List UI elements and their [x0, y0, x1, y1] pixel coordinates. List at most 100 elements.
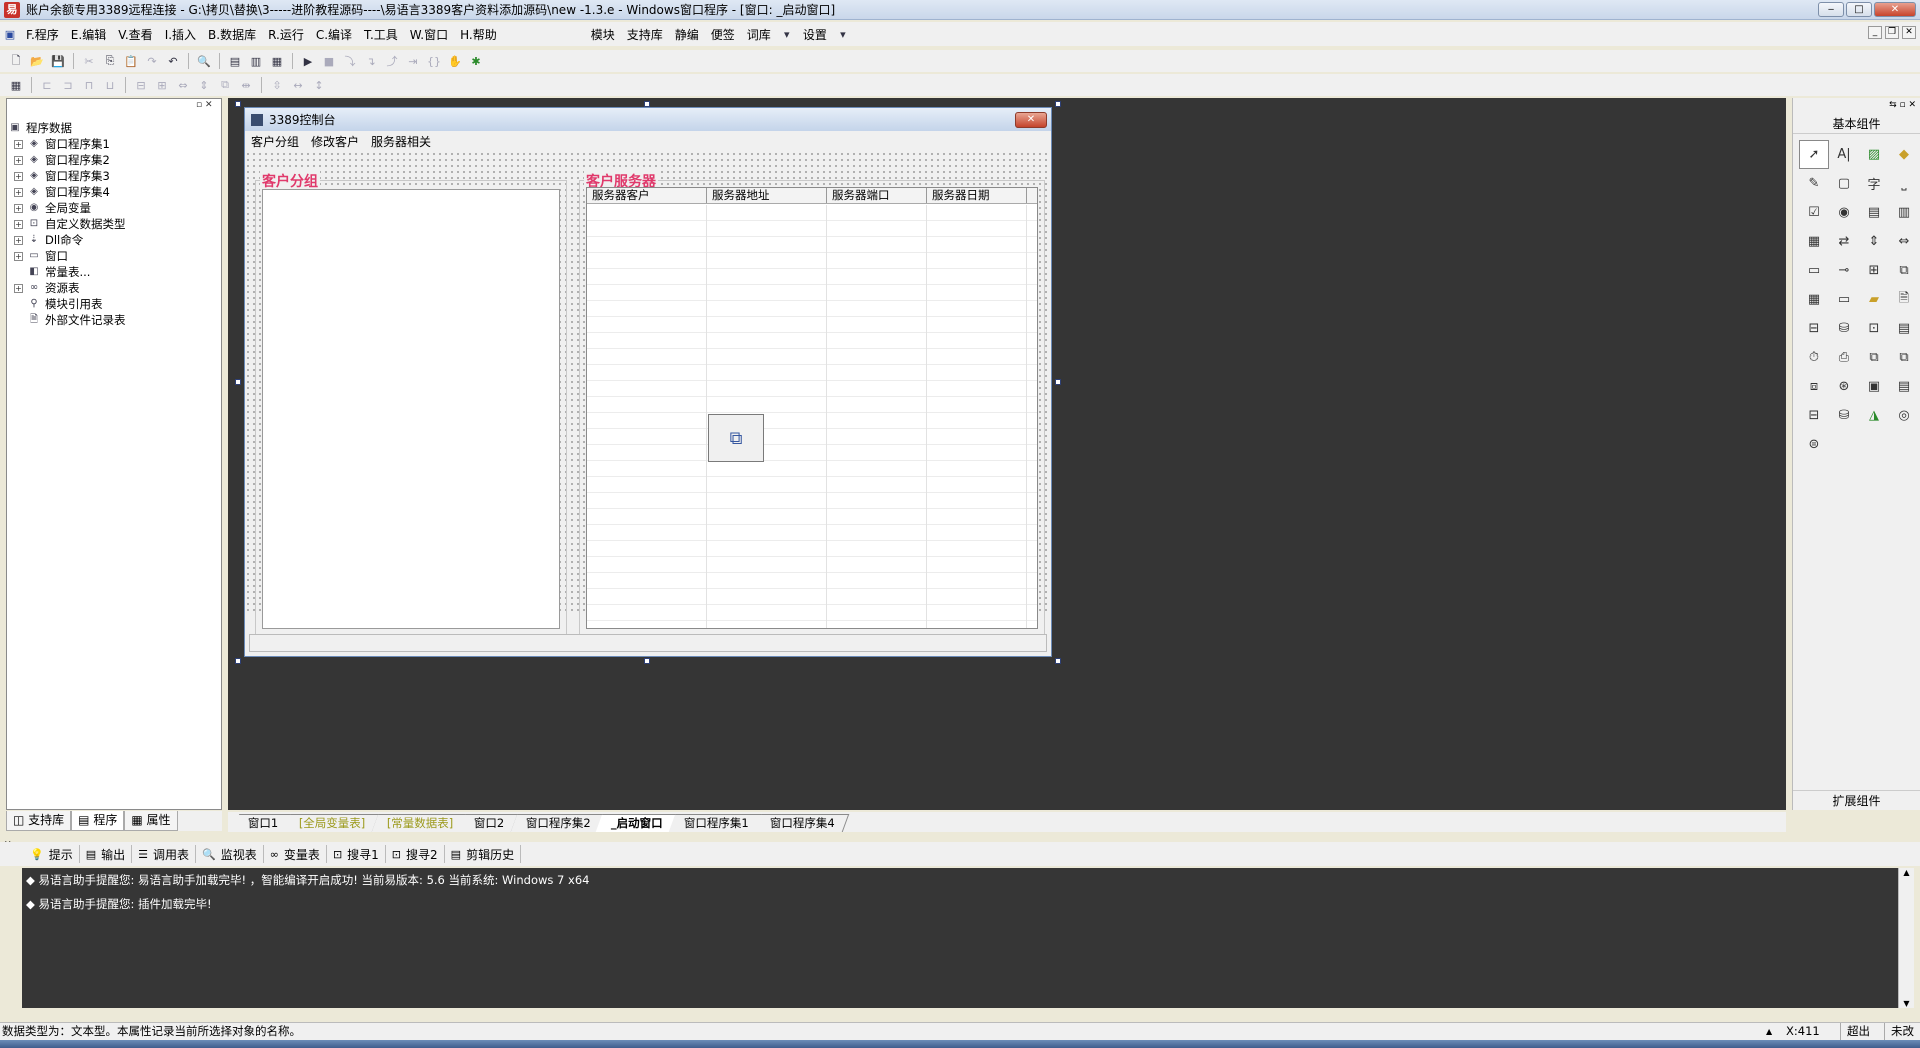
- tree-view-icon[interactable]: ⊟: [1799, 314, 1829, 343]
- db-connect-icon[interactable]: ⛁: [1829, 401, 1859, 430]
- doc-tab[interactable]: 窗口程序集1: [668, 814, 764, 832]
- tab-variables[interactable]: ∞ 变量表: [264, 845, 327, 863]
- network-icon[interactable]: ⧉: [1889, 343, 1919, 372]
- expand-icon[interactable]: +: [14, 235, 23, 245]
- line-icon[interactable]: ⎵: [1889, 169, 1919, 198]
- tree-item[interactable]: + ∞ 资源表: [8, 280, 218, 296]
- palette-pin-icon[interactable]: ⇆ ▫ ✕: [1889, 100, 1916, 110]
- redo-icon[interactable]: ↷: [142, 52, 162, 70]
- minimize-button[interactable]: ‒: [1818, 2, 1844, 17]
- save-icon[interactable]: 💾: [48, 52, 68, 70]
- same-width-icon[interactable]: ⇹: [236, 76, 256, 94]
- selection-handle[interactable]: [1055, 658, 1061, 664]
- column-header[interactable]: 服务器地址: [707, 188, 827, 203]
- pointer-icon[interactable]: ➚: [1799, 140, 1829, 169]
- spin-icon[interactable]: ⇄: [1829, 227, 1859, 256]
- align-bottom-icon[interactable]: ⊔: [100, 76, 120, 94]
- dictionary-dropdown-icon[interactable]: ▾: [777, 25, 797, 43]
- open-file-icon[interactable]: 📂: [27, 52, 47, 70]
- menu-module[interactable]: 模块: [585, 26, 621, 43]
- run-icon[interactable]: ▶: [298, 52, 318, 70]
- same-size-icon[interactable]: ⧉: [215, 76, 235, 94]
- menu-note[interactable]: 便签: [705, 26, 741, 43]
- form-window[interactable]: 3389控制台 ✕ 客户分组 修改客户 服务器相关 客户分组 客户服务器 服务器…: [244, 107, 1052, 657]
- same-height-icon[interactable]: ⇳: [267, 76, 287, 94]
- db-provider-icon[interactable]: ⊟: [1799, 401, 1829, 430]
- selection-handle[interactable]: [235, 101, 241, 107]
- radio-icon[interactable]: ◉: [1829, 198, 1859, 227]
- mdi-minimize-icon[interactable]: _: [1868, 26, 1882, 39]
- tab-hint[interactable]: 💡 提示: [24, 845, 80, 863]
- menu-static-compile[interactable]: 静编: [669, 26, 705, 43]
- tree-item[interactable]: 🗎 外部文件记录表: [8, 312, 218, 328]
- menu-support-lib[interactable]: 支持库: [621, 26, 669, 43]
- picture-box-icon[interactable]: ▨: [1859, 140, 1889, 169]
- drive-icon[interactable]: ⛁: [1829, 314, 1859, 343]
- tree-item[interactable]: ◧ 常量表...: [8, 264, 218, 280]
- maximize-button[interactable]: □: [1846, 2, 1872, 17]
- tab-call-table[interactable]: ☰ 调用表: [132, 845, 197, 863]
- undo-icon[interactable]: ↶: [163, 52, 183, 70]
- align-top-icon[interactable]: ⊓: [79, 76, 99, 94]
- settings-dropdown-icon[interactable]: ▾: [833, 25, 853, 43]
- mdi-close-icon[interactable]: ✕: [1902, 26, 1916, 39]
- selection-handle[interactable]: [1055, 379, 1061, 385]
- client-group-box[interactable]: 客户分组: [255, 171, 567, 636]
- timer-icon[interactable]: ⏱: [1799, 343, 1829, 372]
- tab-output[interactable]: ▤ 输出: [80, 845, 133, 863]
- odbc-db-icon[interactable]: ⊜: [1799, 430, 1829, 459]
- copy-icon[interactable]: ⎘: [100, 52, 120, 70]
- scroll-up-icon[interactable]: ▲: [1899, 868, 1914, 877]
- tree-item[interactable]: + ◈ 窗口程序集1: [8, 136, 218, 152]
- tree-item[interactable]: + ⇣ Dll命令: [8, 232, 218, 248]
- find-icon[interactable]: 🔍: [194, 52, 214, 70]
- button-icon[interactable]: ▭: [1829, 285, 1859, 314]
- center-v-icon[interactable]: ⊞: [152, 76, 172, 94]
- doc-tab[interactable]: 窗口程序集2: [510, 814, 605, 832]
- center-h-icon[interactable]: ⊟: [131, 76, 151, 94]
- tab-properties[interactable]: ▦ 属性: [124, 811, 178, 831]
- menu-run[interactable]: R.运行: [262, 26, 310, 43]
- hand-icon[interactable]: ✋: [445, 52, 465, 70]
- expand-icon[interactable]: +: [14, 155, 23, 165]
- step-out-icon[interactable]: ⤴: [382, 52, 402, 70]
- palette-extended[interactable]: 扩展组件: [1793, 790, 1920, 810]
- column-header[interactable]: 服务器日期: [927, 188, 1027, 203]
- tab-watch[interactable]: 🔍 监视表: [196, 845, 264, 863]
- close-button[interactable]: ✕: [1874, 2, 1916, 17]
- doc-tab-active[interactable]: _启动窗口: [596, 814, 678, 832]
- selection-handle[interactable]: [644, 658, 650, 664]
- helper-icon[interactable]: ✱: [466, 52, 486, 70]
- panel-icon[interactable]: ▣: [1859, 372, 1889, 401]
- shape-icon[interactable]: ◆: [1889, 140, 1919, 169]
- tab-clip-history[interactable]: ▤ 剪辑历史: [445, 845, 522, 863]
- server-icon[interactable]: ⊛: [1829, 372, 1859, 401]
- menu-compile[interactable]: C.编译: [310, 26, 358, 43]
- checkbox-icon[interactable]: ☑: [1799, 198, 1829, 227]
- paste-icon[interactable]: 📋: [121, 52, 141, 70]
- menu-settings[interactable]: 设置: [797, 26, 833, 43]
- menu-dictionary[interactable]: 词库: [741, 26, 777, 43]
- tree-root[interactable]: ▣ 程序数据: [8, 120, 218, 136]
- grid-icon[interactable]: ▦: [6, 76, 26, 94]
- font-icon[interactable]: 字: [1859, 169, 1889, 198]
- tree-item[interactable]: + ⊡ 自定义数据类型: [8, 216, 218, 232]
- column-header[interactable]: 服务器客户: [587, 188, 707, 203]
- run-to-cursor-icon[interactable]: ⇥: [403, 52, 423, 70]
- menu-help[interactable]: H.帮助: [454, 26, 503, 43]
- menu-database[interactable]: B.数据库: [202, 26, 262, 43]
- list-box-icon[interactable]: ▥: [1889, 198, 1919, 227]
- expand-icon[interactable]: +: [14, 219, 23, 229]
- selection-handle[interactable]: [1055, 101, 1061, 107]
- slider-icon[interactable]: ⊸: [1829, 256, 1859, 285]
- panel-pin-icon[interactable]: ▫ ✕: [196, 100, 213, 110]
- expand-icon[interactable]: +: [14, 171, 23, 181]
- palette-title[interactable]: 基本组件: [1793, 114, 1920, 134]
- selection-handle[interactable]: [644, 101, 650, 107]
- client-group-list[interactable]: [262, 189, 560, 629]
- tree-item[interactable]: + ◈ 窗口程序集2: [8, 152, 218, 168]
- step-over-icon[interactable]: ↴: [361, 52, 381, 70]
- stop-icon[interactable]: ■: [319, 52, 339, 70]
- expand-icon[interactable]: +: [14, 283, 23, 293]
- memo-icon[interactable]: ▤: [1889, 314, 1919, 343]
